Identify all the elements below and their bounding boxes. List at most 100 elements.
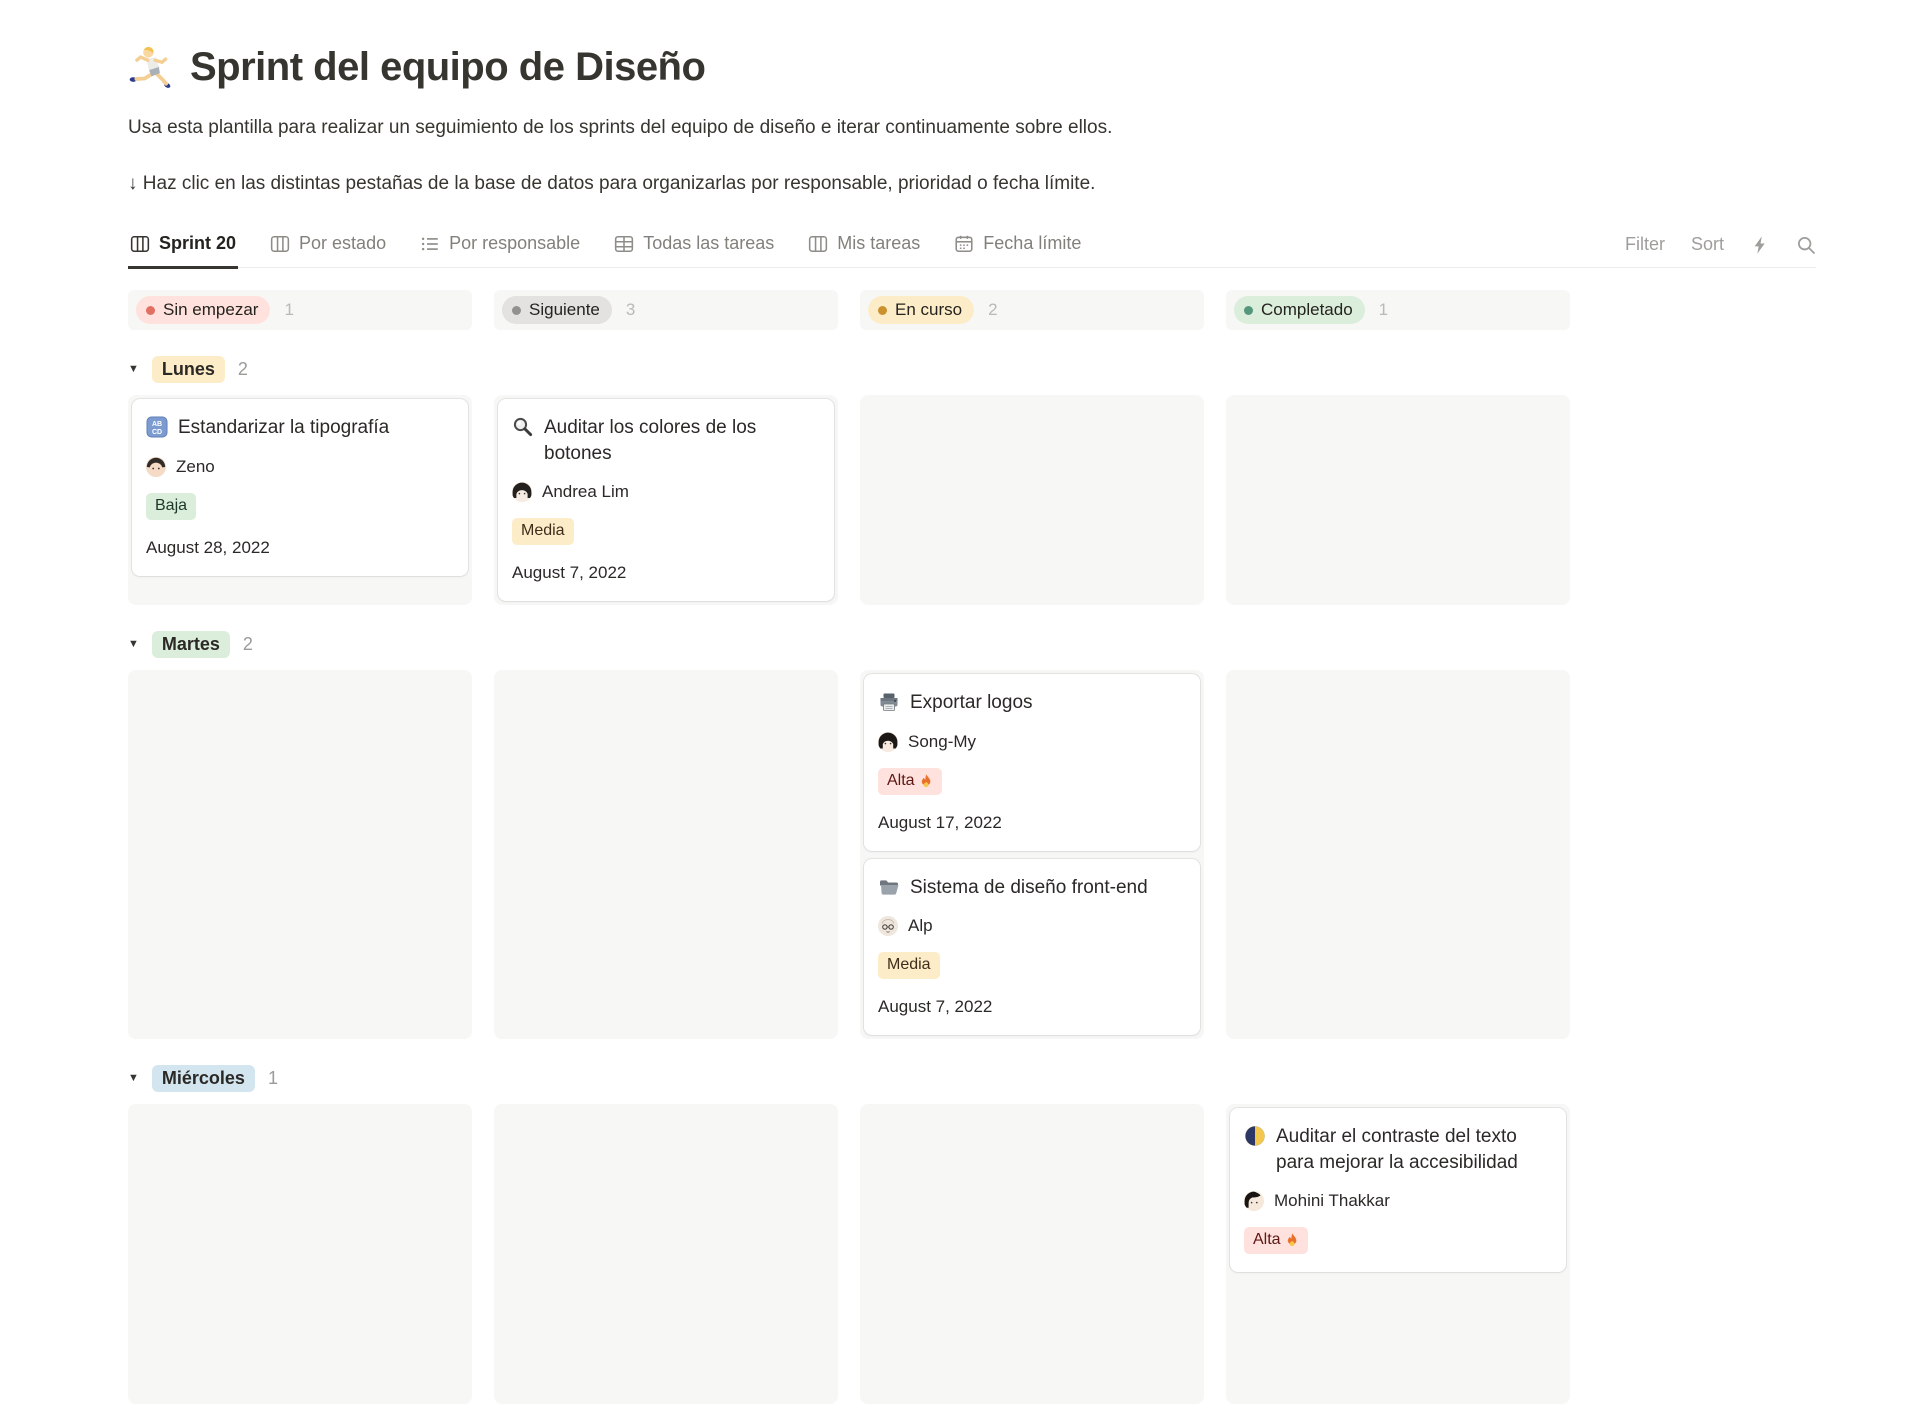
search-icon[interactable] [1796,235,1816,255]
list-icon [420,234,440,254]
svg-text:CD: CD [152,429,162,436]
task-card[interactable]: Auditar el contraste del texto para mejo… [1230,1108,1566,1272]
task-card[interactable]: Sistema de diseño front-endAlpMediaAugus… [864,859,1200,1035]
group-collapse-toggle[interactable]: ▼ [128,1073,139,1084]
card-title-row: Sistema de diseño front-end [878,875,1186,901]
lightning-icon[interactable] [1750,235,1770,255]
filter-button[interactable]: Filter [1625,234,1665,255]
tab-por-responsable[interactable]: Por responsable [418,227,582,269]
tab-label: Por estado [299,233,386,254]
flame-icon [1286,1233,1299,1248]
group-header-miércoles: ▼ Miércoles 1 [128,1065,1570,1092]
priority-tag: Alta [878,768,942,795]
board-cell [860,1104,1204,1404]
board-cell [128,670,472,1039]
priority-tag: Alta [1244,1227,1308,1254]
status-dot [1244,306,1253,315]
andrea-lim-avatar [512,482,532,502]
alp-avatar [878,916,898,936]
status-label: Siguiente [529,300,600,320]
group-pill[interactable]: Lunes [152,356,225,383]
board-cell: Auditar los colores de los botones Andrea… [494,395,838,605]
tab-por-estado[interactable]: Por estado [268,227,388,269]
task-card[interactable]: ABCD Estandarizar la tipografía Zeno Baja Au… [132,399,468,575]
priority-label: Alta [887,771,915,792]
group-count: 1 [268,1068,278,1089]
priority-label: Baja [155,496,187,517]
card-title-row: Auditar los colores de los botones [512,415,820,466]
group-collapse-toggle[interactable]: ▼ [128,639,139,650]
calendar-icon [954,234,974,254]
tab-label: Por responsable [449,233,580,254]
page-hint: ↓ Haz clic en las distintas pestañas de … [128,170,1816,198]
card-title-row: Exportar logos [878,690,1186,716]
page-content: Sprint del equipo de Diseño Usa esta pla… [0,44,1920,1404]
assignee-row: Zeno [146,457,454,477]
tab-label: Mis tareas [837,233,920,254]
zeno-avatar [146,457,166,477]
board-cell [1226,395,1570,605]
tab-mis-tareas[interactable]: Mis tareas [806,227,922,269]
song-my-avatar [878,732,898,752]
due-date: August 28, 2022 [146,538,454,558]
tab-label: Fecha límite [983,233,1081,254]
status-pill-completado[interactable]: Completado [1234,296,1365,324]
tab-sprint-20[interactable]: Sprint 20 [128,227,238,269]
card-title: Exportar logos [910,690,1033,716]
status-label: Completado [1261,300,1353,320]
status-dot [878,306,887,315]
tab-label: Sprint 20 [159,233,236,254]
table-icon [614,234,634,254]
assignee-row: Mohini Thakkar [1244,1191,1552,1211]
card-title: Estandarizar la tipografía [178,415,389,441]
board-cell [494,670,838,1039]
board-icon [270,234,290,254]
card-title: Auditar el contraste del texto para mejo… [1276,1124,1552,1175]
group-pill[interactable]: Martes [152,631,230,658]
tab-todas-las-tareas[interactable]: Todas las tareas [612,227,776,269]
priority-label: Media [521,521,565,542]
board-cell [1226,670,1570,1039]
folder-icon [878,876,900,898]
priority-tag: Media [512,518,574,545]
board-cell [128,1104,472,1404]
task-card[interactable]: Auditar los colores de los botones Andrea… [498,399,834,601]
sort-button[interactable]: Sort [1691,234,1724,255]
flame-icon [920,774,933,789]
status-label: Sin empezar [163,300,258,320]
assignee-row: Song-My [878,732,1186,752]
due-date: August 7, 2022 [512,563,820,583]
status-column-header: Siguiente3 [494,290,838,330]
status-column-header: Completado1 [1226,290,1570,330]
assignee-row: Alp [878,916,1186,936]
board-cell [494,1104,838,1404]
database-tabbar: Sprint 20 Por estado Por responsable Todas … [128,227,1816,268]
group-count: 2 [238,359,248,380]
board-cell: Exportar logosSong-MyAltaAugust 17, 2022… [860,670,1204,1039]
status-pill-en-curso[interactable]: En curso [868,296,974,324]
group-pill[interactable]: Miércoles [152,1065,255,1092]
status-pill-siguiente[interactable]: Siguiente [502,296,612,324]
status-label: En curso [895,300,962,320]
status-pill-sin-empezar[interactable]: Sin empezar [136,296,270,324]
assignee-name: Zeno [176,457,215,477]
due-date: August 7, 2022 [878,997,1186,1017]
group-collapse-toggle[interactable]: ▼ [128,364,139,375]
board-icon [808,234,828,254]
tab-fecha-límite[interactable]: Fecha límite [952,227,1083,269]
page-title-text: Sprint del equipo de Diseño [190,45,705,90]
half-moon-icon [1244,1125,1266,1147]
mohini-thakkar-avatar [1244,1191,1264,1211]
priority-tag: Baja [146,493,196,520]
assignee-name: Alp [908,916,933,936]
status-column-header: Sin empezar1 [128,290,472,330]
group-count: 2 [243,634,253,655]
task-card[interactable]: Exportar logosSong-MyAltaAugust 17, 2022 [864,674,1200,850]
priority-label: Alta [1253,1230,1281,1251]
assignee-name: Andrea Lim [542,482,629,502]
abcd-icon: ABCD [146,416,168,438]
group-header-lunes: ▼ Lunes 2 [128,356,1570,383]
group-header-martes: ▼ Martes 2 [128,631,1570,658]
view-tabs: Sprint 20 Por estado Por responsable Todas … [128,227,1113,267]
status-count: 2 [988,300,997,320]
